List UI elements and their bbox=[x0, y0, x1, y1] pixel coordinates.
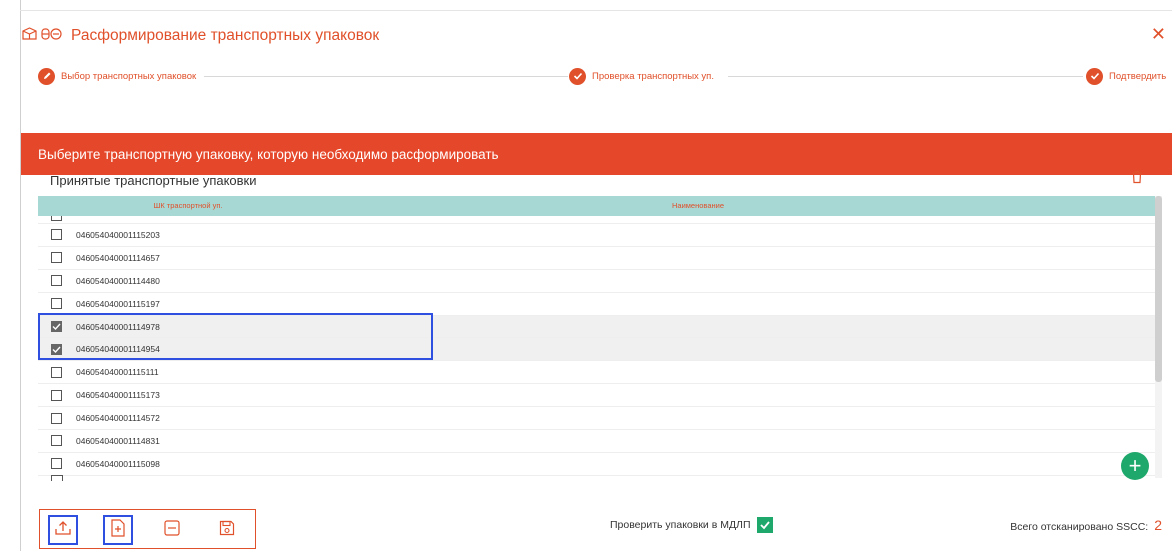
pencil-icon bbox=[38, 67, 55, 85]
action-toolbar bbox=[39, 509, 256, 549]
banner-text: Выберите транспортную упаковку, которую … bbox=[38, 146, 499, 162]
dialog-top-border bbox=[20, 10, 1172, 11]
minus-square-icon bbox=[164, 519, 180, 541]
row-checkbox[interactable] bbox=[51, 275, 62, 287]
table-row[interactable]: 046054040001114480 bbox=[38, 270, 1156, 293]
table-row[interactable]: 046054040001115098 bbox=[38, 453, 1156, 476]
check-icon bbox=[52, 323, 61, 331]
row-checkbox[interactable] bbox=[51, 321, 62, 332]
verify-label: Проверить упаковки в МДЛП bbox=[610, 519, 751, 531]
row-checkbox[interactable] bbox=[51, 343, 62, 355]
column-header-name[interactable]: Наименование bbox=[338, 196, 1058, 216]
row-barcode: 046054040001114572 bbox=[76, 413, 160, 424]
remove-button[interactable] bbox=[157, 515, 187, 545]
step-label: Проверка транспортных уп. bbox=[592, 70, 714, 82]
step-confirm[interactable]: Подтвердить bbox=[1086, 66, 1172, 86]
table-row[interactable]: 046054040001115173 bbox=[38, 384, 1156, 408]
row-checkbox[interactable] bbox=[51, 366, 62, 378]
table-body: 046054040001115203 046054040001114657 0460… bbox=[38, 216, 1156, 478]
table-row[interactable]: 046054040001115203 bbox=[38, 224, 1156, 247]
table-row[interactable]: 046054040001114954 bbox=[38, 338, 1156, 362]
row-barcode: 046054040001114831 bbox=[76, 435, 160, 446]
table-row-partial bbox=[38, 216, 1156, 224]
row-checkbox-partial bbox=[51, 475, 63, 481]
row-checkbox[interactable] bbox=[51, 252, 62, 264]
wizard-stepper: Выбор транспортных упаковок Проверка тра… bbox=[38, 66, 1172, 86]
table-row[interactable]: 046054040001114572 bbox=[38, 407, 1156, 431]
step-select[interactable]: Выбор транспортных упаковок bbox=[38, 66, 205, 86]
row-barcode: 046054040001115111 bbox=[76, 367, 159, 378]
cubes-icon bbox=[41, 27, 63, 46]
dialog-title: Расформирование транспортных упаковок bbox=[71, 27, 380, 44]
packages-table: ШК траспортной уп. Наименование 04605404… bbox=[38, 196, 1156, 478]
upload-button[interactable] bbox=[48, 515, 78, 545]
table-scrollbar[interactable] bbox=[1155, 196, 1162, 478]
row-checkbox[interactable] bbox=[51, 412, 62, 424]
total-label: Всего отсканировано SSCC: bbox=[1010, 521, 1149, 533]
row-checkbox[interactable] bbox=[51, 216, 62, 221]
step-connector bbox=[728, 76, 1083, 77]
box-icon bbox=[22, 26, 37, 46]
row-barcode: 046054040001115173 bbox=[76, 390, 160, 401]
header-icons bbox=[22, 26, 63, 46]
check-icon bbox=[1086, 67, 1103, 85]
upload-icon bbox=[54, 519, 72, 542]
row-barcode: 046054040001115098 bbox=[76, 458, 160, 469]
trash-icon[interactable] bbox=[1131, 170, 1143, 189]
row-checkbox[interactable] bbox=[51, 229, 62, 241]
check-icon bbox=[52, 346, 61, 353]
verify-checkbox[interactable] bbox=[756, 517, 773, 533]
row-checkbox[interactable] bbox=[51, 458, 62, 470]
save-icon bbox=[219, 520, 235, 541]
total-value: 2 bbox=[1154, 517, 1162, 533]
dialog-left-border bbox=[20, 0, 21, 551]
row-barcode: 046054040001114657 bbox=[76, 252, 160, 263]
section-title: Принятые транспортные упаковки bbox=[50, 173, 257, 188]
step-label: Выбор транспортных упаковок bbox=[61, 70, 197, 82]
check-icon bbox=[569, 67, 586, 85]
save-button[interactable] bbox=[212, 515, 242, 545]
column-header-barcode[interactable]: ШК траспортной уп. bbox=[38, 196, 338, 216]
dialog-header: Расформирование транспортных упаковок bbox=[22, 24, 379, 48]
step-label: Подтвердить bbox=[1109, 70, 1167, 82]
table-row[interactable]: 046054040001114831 bbox=[38, 430, 1156, 453]
file-plus-icon bbox=[110, 518, 126, 542]
row-checkbox[interactable] bbox=[51, 435, 62, 447]
row-checkbox[interactable] bbox=[51, 298, 62, 310]
dialog-window: Расформирование транспортных упаковок ✕ … bbox=[0, 0, 1172, 551]
step-connector bbox=[198, 76, 568, 77]
row-barcode: 046054040001114978 bbox=[76, 321, 160, 332]
total-scanned: Всего отсканировано SSCC: 2 bbox=[1010, 517, 1162, 533]
row-barcode: 046054040001114954 bbox=[76, 344, 160, 355]
row-checkbox[interactable] bbox=[51, 389, 62, 401]
instruction-banner: Выберите транспортную упаковку, которую … bbox=[21, 133, 1172, 175]
row-barcode: 046054040001115197 bbox=[76, 298, 160, 309]
scrollbar-thumb[interactable] bbox=[1155, 196, 1162, 382]
row-barcode: 046054040001115203 bbox=[76, 229, 160, 240]
add-file-button[interactable] bbox=[103, 515, 133, 545]
table-row[interactable]: 046054040001114657 bbox=[38, 247, 1156, 270]
step-check[interactable]: Проверка транспортных уп. bbox=[569, 66, 722, 86]
verify-mdlp: Проверить упаковки в МДЛП bbox=[610, 517, 773, 533]
table-row[interactable]: 046054040001114978 bbox=[38, 315, 1156, 339]
table-row[interactable]: 046054040001115197 bbox=[38, 293, 1156, 316]
close-icon[interactable]: ✕ bbox=[1151, 22, 1166, 46]
add-button[interactable]: + bbox=[1121, 452, 1149, 480]
table-row[interactable]: 046054040001115111 bbox=[38, 361, 1156, 385]
table-header: ШК траспортной уп. Наименование bbox=[38, 196, 1156, 216]
row-barcode: 046054040001114480 bbox=[76, 275, 160, 286]
